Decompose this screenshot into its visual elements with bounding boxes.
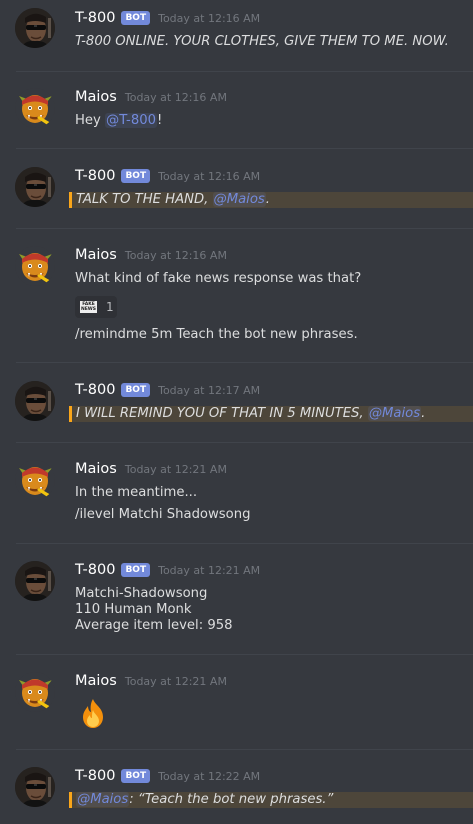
message-header: T-800 BOT Today at 12:17 AM bbox=[75, 382, 260, 402]
t800-avatar-icon bbox=[15, 167, 55, 207]
message-text: What kind of fake news response was that… bbox=[75, 271, 362, 286]
t800-avatar-icon bbox=[15, 767, 55, 807]
timestamp[interactable]: Today at 12:22 AM bbox=[158, 770, 260, 783]
t800-avatar-icon bbox=[15, 381, 55, 421]
message-text: TALK TO THE HAND, @Maios. bbox=[76, 192, 270, 208]
avatar[interactable] bbox=[15, 561, 55, 601]
author-name[interactable]: Maios bbox=[75, 673, 117, 689]
message-header: Maios Today at 12:16 AM bbox=[75, 89, 227, 109]
author-name[interactable]: T-800 bbox=[75, 168, 115, 184]
t800-avatar-icon bbox=[15, 8, 55, 48]
avatar[interactable] bbox=[15, 767, 55, 807]
message-text-part: . bbox=[421, 406, 426, 421]
message-divider bbox=[16, 654, 473, 655]
timestamp[interactable]: Today at 12:21 AM bbox=[125, 675, 227, 688]
bot-badge: BOT bbox=[121, 11, 151, 25]
message-text: T-800 ONLINE. YOUR CLOTHES, GIVE THEM TO… bbox=[75, 34, 449, 49]
message-text: I WILL REMIND YOU OF THAT IN 5 MINUTES, … bbox=[76, 406, 425, 422]
message-text: 110 Human Monk bbox=[75, 602, 192, 617]
bot-badge: BOT bbox=[121, 563, 151, 577]
timestamp[interactable]: Today at 12:16 AM bbox=[158, 170, 260, 183]
message-header: Maios Today at 12:16 AM bbox=[75, 247, 227, 267]
user-mention[interactable]: @Maios bbox=[76, 792, 130, 807]
orc-avatar-icon bbox=[15, 246, 55, 286]
message-text-part: I WILL REMIND YOU OF THAT IN 5 MINUTES, bbox=[76, 406, 368, 421]
message-text: /remindme 5m Teach the bot new phrases. bbox=[75, 327, 358, 342]
t800-avatar-icon bbox=[15, 561, 55, 601]
message-header: Maios Today at 12:21 AM bbox=[75, 461, 227, 481]
reaction-count: 1 bbox=[106, 300, 114, 314]
message-text-part: : “Teach the bot new phrases.” bbox=[129, 792, 334, 807]
avatar[interactable] bbox=[15, 460, 55, 500]
orc-avatar-icon bbox=[15, 460, 55, 500]
message-text: Matchi-Shadowsong bbox=[75, 586, 208, 601]
message-text-part: Hey bbox=[75, 113, 106, 128]
avatar[interactable] bbox=[15, 88, 55, 128]
orc-avatar-icon bbox=[15, 672, 55, 712]
bot-badge: BOT bbox=[121, 769, 151, 783]
message-text: In the meantime... bbox=[75, 485, 198, 500]
author-name[interactable]: T-800 bbox=[75, 768, 115, 784]
fake-news-emoji-icon: FAKE NEWS bbox=[80, 301, 97, 313]
message-divider bbox=[16, 543, 473, 544]
message-text-part: ! bbox=[157, 113, 163, 128]
message-header: T-800 BOT Today at 12:21 AM bbox=[75, 562, 260, 582]
message-text: @Maios: “Teach the bot new phrases.” bbox=[76, 792, 333, 808]
timestamp[interactable]: Today at 12:16 AM bbox=[125, 249, 227, 262]
message-header: Maios Today at 12:21 AM bbox=[75, 673, 227, 693]
message-divider bbox=[16, 442, 473, 443]
message-text: Hey @T-800! bbox=[75, 113, 162, 129]
timestamp[interactable]: Today at 12:16 AM bbox=[125, 91, 227, 104]
fire-icon bbox=[83, 699, 103, 728]
bot-badge: BOT bbox=[121, 383, 151, 397]
message-divider bbox=[16, 362, 473, 363]
message-header: T-800 BOT Today at 12:22 AM bbox=[75, 768, 260, 788]
timestamp[interactable]: Today at 12:17 AM bbox=[158, 384, 260, 397]
message-header: T-800 BOT Today at 12:16 AM bbox=[75, 10, 260, 30]
message-text-part: . bbox=[265, 192, 270, 207]
user-mention[interactable]: @Maios bbox=[212, 192, 266, 207]
timestamp[interactable]: Today at 12:21 AM bbox=[158, 564, 260, 577]
bot-badge: BOT bbox=[121, 169, 151, 183]
timestamp[interactable]: Today at 12:21 AM bbox=[125, 463, 227, 476]
message-text: Average item level: 958 bbox=[75, 618, 233, 633]
message-text-part: TALK TO THE HAND, bbox=[76, 192, 213, 207]
message-divider bbox=[16, 228, 473, 229]
avatar[interactable] bbox=[15, 246, 55, 286]
author-name[interactable]: T-800 bbox=[75, 10, 115, 26]
reaction-button[interactable]: FAKE NEWS 1 bbox=[75, 296, 117, 318]
user-mention[interactable]: @Maios bbox=[367, 406, 422, 421]
author-name[interactable]: T-800 bbox=[75, 382, 115, 398]
message-text: /ilevel Matchi Shadowsong bbox=[75, 507, 251, 522]
author-name[interactable]: Maios bbox=[75, 247, 117, 263]
author-name[interactable]: T-800 bbox=[75, 562, 115, 578]
avatar[interactable] bbox=[15, 8, 55, 48]
orc-avatar-icon bbox=[15, 88, 55, 128]
message-divider bbox=[16, 71, 473, 72]
avatar[interactable] bbox=[15, 381, 55, 421]
message-header: T-800 BOT Today at 12:16 AM bbox=[75, 168, 260, 188]
message-divider bbox=[16, 749, 473, 750]
user-mention[interactable]: @T-800 bbox=[105, 113, 157, 128]
timestamp[interactable]: Today at 12:16 AM bbox=[158, 12, 260, 25]
avatar[interactable] bbox=[15, 167, 55, 207]
message-divider bbox=[16, 148, 473, 149]
author-name[interactable]: Maios bbox=[75, 89, 117, 105]
author-name[interactable]: Maios bbox=[75, 461, 117, 477]
avatar[interactable] bbox=[15, 672, 55, 712]
